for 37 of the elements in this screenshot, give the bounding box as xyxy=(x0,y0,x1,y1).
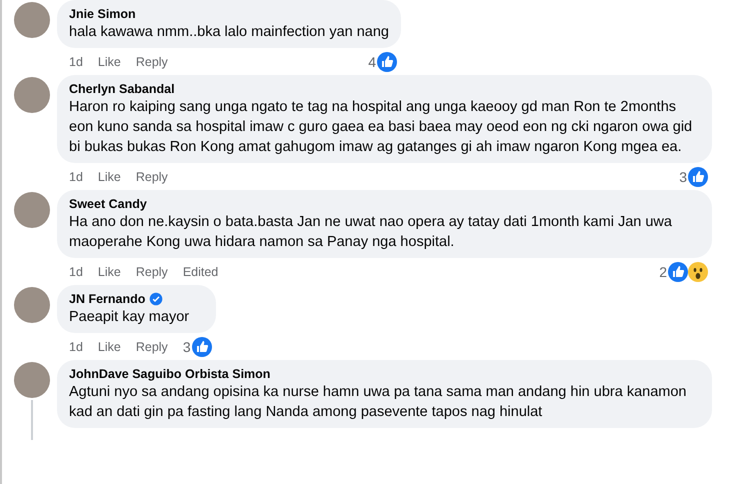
author-name[interactable]: Sweet Candy xyxy=(69,196,147,212)
comment-text: Paeapit kay mayor xyxy=(69,308,190,327)
timestamp[interactable]: 1d xyxy=(69,55,83,69)
thumbs-up-icon xyxy=(668,262,688,282)
timestamp[interactable]: 1d xyxy=(69,170,83,184)
thumbs-up-icon xyxy=(688,167,708,187)
reply-link[interactable]: Reply xyxy=(136,265,168,279)
reaction-count[interactable]: 3 xyxy=(182,339,191,355)
thumbs-up-icon xyxy=(376,52,397,72)
author-name[interactable]: JohnDave Saguibo Orbista Simon xyxy=(69,366,270,382)
reaction-count[interactable]: 3 xyxy=(679,169,687,185)
comment-text: Agtuni nyo sa andang opisina ka nurse hamn uwa pa tana sama man andang hin ubra kanamon kad an dati gin pa fasting lang Nanda among pasevente tapos nag hinulat xyxy=(69,383,688,422)
author-name[interactable]: Cherlyn Sabandal xyxy=(69,81,175,97)
like-link[interactable]: Like xyxy=(98,340,121,354)
edited-label: Edited xyxy=(182,265,218,279)
thumbs-up-icon xyxy=(192,337,212,357)
comment-text: Ha ano don ne.kaysin o bata.basta Jan ne uwat nao opera ay tatay dati 1month kami Jan uwa maoperahe Kong uwa hidara namon sa Panay nga hospital. xyxy=(69,213,673,252)
reply-link[interactable]: Reply xyxy=(136,170,168,184)
comment-text: hala kawawa nmm..bka lalo mainfection yan nang xyxy=(69,23,389,42)
avatar[interactable] xyxy=(14,2,50,38)
author-name[interactable]: Jnie Simon xyxy=(69,6,136,22)
surprised-face-icon xyxy=(688,262,708,282)
comment-text: Haron ro kaiping sang unga ngato te tag na hospital ang unga kaeooy gd man Ron te 2months eon kuno sanda sa hospital imaw c guro gaea ea basi baea may oeod eon ng cki ngaron owa gid bi bukas bukas Ron Kong amat gahugom imaw ag gatanges gi ah imaw ngaron Kong mgea ea. xyxy=(69,98,694,157)
avatar[interactable] xyxy=(14,287,50,323)
reaction-count[interactable]: 4 xyxy=(368,54,376,70)
author-name[interactable]: JN Fernando xyxy=(69,291,146,307)
timestamp[interactable]: 1d xyxy=(69,340,83,354)
avatar[interactable] xyxy=(14,362,50,398)
timestamp[interactable]: 1d xyxy=(69,265,83,279)
avatar[interactable] xyxy=(14,192,50,228)
like-link[interactable]: Like xyxy=(98,170,121,184)
reply-link[interactable]: Reply xyxy=(136,55,168,69)
reaction-count[interactable]: 2 xyxy=(659,264,667,280)
avatar[interactable] xyxy=(14,77,50,113)
like-link[interactable]: Like xyxy=(98,55,121,69)
like-link[interactable]: Like xyxy=(98,265,121,279)
reply-link[interactable]: Reply xyxy=(136,340,168,354)
